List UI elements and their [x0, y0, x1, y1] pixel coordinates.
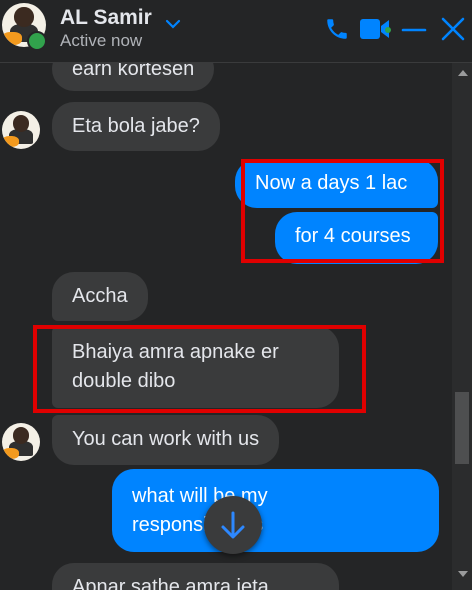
message-text-line: responsibilities	[132, 514, 264, 536]
contact-status: Active now	[60, 31, 143, 50]
chat-header: AL Samir Active now	[0, 0, 472, 63]
message-outgoing[interactable]: what will be my responsibilities	[112, 469, 439, 552]
scroll-down-arrow[interactable]	[458, 571, 468, 577]
message-incoming[interactable]: Accha	[52, 272, 148, 321]
message-incoming[interactable]: Apnar sathe amra jeta	[52, 563, 339, 590]
contact-avatar[interactable]	[2, 111, 40, 149]
message-text: You can work with us	[72, 428, 260, 450]
message-incoming[interactable]: You can work with us	[52, 415, 280, 465]
message-text: Accha	[72, 285, 128, 307]
scrollbar-thumb[interactable]	[455, 392, 469, 464]
online-status-dot	[27, 31, 47, 51]
message-incoming[interactable]: earn kortesen	[52, 63, 215, 91]
message-text: Eta bola jabe?	[72, 115, 200, 137]
contact-avatar[interactable]	[2, 423, 40, 461]
highlight-box	[33, 325, 366, 413]
message-text-line: what will be my	[132, 485, 268, 507]
video-active-dot	[385, 27, 391, 33]
phone-icon[interactable]	[324, 16, 350, 42]
chevron-down-icon[interactable]	[163, 14, 183, 34]
scrollbar-track[interactable]	[452, 63, 472, 590]
message-incoming[interactable]: Eta bola jabe?	[52, 102, 220, 151]
scroll-up-arrow[interactable]	[458, 70, 468, 76]
jump-to-latest-button[interactable]	[204, 496, 262, 554]
message-text: Apnar sathe amra jeta	[72, 576, 269, 590]
arrow-down-icon	[221, 511, 245, 539]
minimize-icon[interactable]	[400, 16, 428, 44]
message-text: earn kortesen	[72, 63, 195, 80]
highlight-box	[241, 159, 444, 263]
close-icon[interactable]	[440, 16, 466, 42]
contact-name[interactable]: AL Samir	[60, 6, 152, 30]
